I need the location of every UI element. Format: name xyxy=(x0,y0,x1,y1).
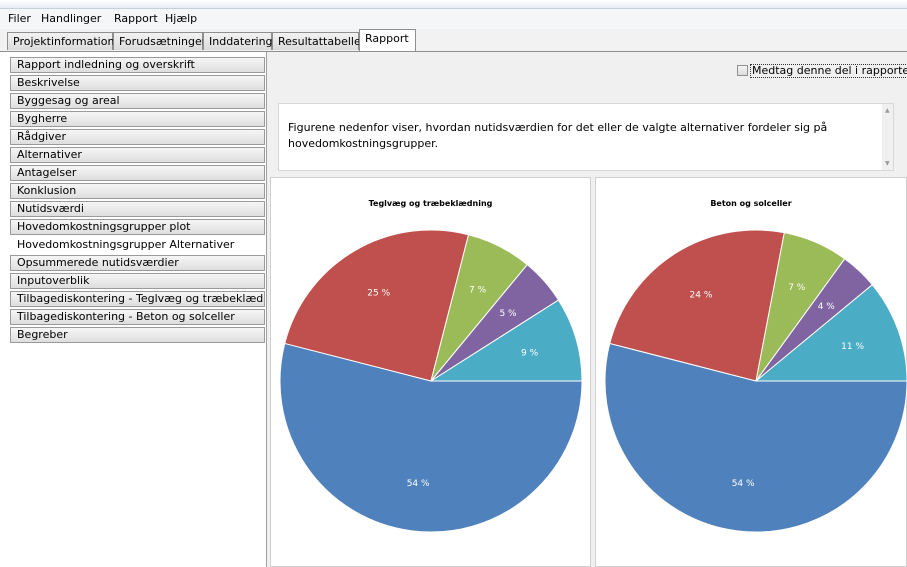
include-in-report-checkbox[interactable] xyxy=(737,65,748,76)
menu-bar: Filer Handlinger Rapport Hjælp xyxy=(0,9,907,30)
tab-projektinformation[interactable]: Projektinformation xyxy=(7,32,114,50)
scroll-down-arrow-icon[interactable]: ▼ xyxy=(885,160,890,167)
pie-chart-teglvaeg: 54 % 25 % 7 % 5 % 9 % xyxy=(279,229,583,533)
menu-handlinger[interactable]: Handlinger xyxy=(41,12,101,25)
pie-label-1-1: 24 % xyxy=(690,290,713,300)
sidebar-item-konklusion[interactable]: Konklusion xyxy=(10,183,265,199)
pie-chart-beton: 54 % 24 % 7 % 4 % 11 % xyxy=(604,229,907,533)
chart-title-beton: Beton og solceller xyxy=(710,199,792,208)
pie-label-0-0: 54 % xyxy=(407,479,430,489)
include-in-report-label[interactable]: Medtag denne del i rapporten xyxy=(750,64,907,78)
sidebar-item-alternativer[interactable]: Alternativer xyxy=(10,147,265,163)
pie-label-0-4: 9 % xyxy=(521,348,539,358)
pie-label-1-4: 11 % xyxy=(841,342,864,352)
sidebar-item-begreber[interactable]: Begreber xyxy=(10,327,265,343)
pie-label-1-2: 7 % xyxy=(788,283,806,293)
sidebar-item-bygherre[interactable]: Bygherre xyxy=(10,111,265,127)
pie-label-1-0: 54 % xyxy=(732,479,755,489)
tab-resultattabeller[interactable]: Resultattabeller xyxy=(272,32,365,50)
sidebar-item-raadgiver[interactable]: Rådgiver xyxy=(10,129,265,145)
sidebar-item-inputoverblik[interactable]: Inputoverblik xyxy=(10,273,265,289)
pie-label-0-1: 25 % xyxy=(367,289,390,299)
tab-forudsaetninger[interactable]: Forudsætninger xyxy=(113,32,206,50)
menu-filer[interactable]: Filer xyxy=(8,12,31,25)
report-sections-sidebar: Rapport indledning og overskrift Beskriv… xyxy=(0,52,267,567)
menu-rapport[interactable]: Rapport xyxy=(114,12,158,25)
sidebar-item-hovedomkostningsgrupper-alternativer[interactable]: Hovedomkostningsgrupper Alternativer xyxy=(10,237,265,253)
sidebar-item-rapport-indledning[interactable]: Rapport indledning og overskrift xyxy=(10,57,265,73)
description-scrollbar[interactable]: ▲ ▼ xyxy=(882,104,893,170)
pie-label-0-3: 5 % xyxy=(499,309,517,319)
sidebar-item-hovedomkostningsgrupper-plot[interactable]: Hovedomkostningsgrupper plot xyxy=(10,219,265,235)
tab-bar: Projektinformation Forudsætninger Inddat… xyxy=(0,29,907,52)
menu-hjaelp[interactable]: Hjælp xyxy=(165,12,197,25)
sidebar-item-beskrivelse[interactable]: Beskrivelse xyxy=(10,75,265,91)
sidebar-item-opsummerede-nutidsvaerdier[interactable]: Opsummerede nutidsværdier xyxy=(10,255,265,271)
sidebar-item-tilbagediskontering-teglvaeg[interactable]: Tilbagediskontering - Teglvæg og træbekl… xyxy=(10,291,265,307)
pie-label-0-2: 7 % xyxy=(469,286,487,296)
scroll-up-arrow-icon[interactable]: ▲ xyxy=(885,107,890,114)
tab-inddatering[interactable]: Inddatering xyxy=(203,32,273,50)
sidebar-item-byggesag[interactable]: Byggesag og areal xyxy=(10,93,265,109)
pie-label-1-3: 4 % xyxy=(818,302,836,312)
tab-rapport[interactable]: Rapport xyxy=(359,29,416,51)
sidebar-item-antagelser[interactable]: Antagelser xyxy=(10,165,265,181)
chart-title-teglvaeg: Teglvæg og træbeklædning xyxy=(368,199,493,208)
sidebar-item-nutidsvaerdi[interactable]: Nutidsværdi xyxy=(10,201,265,217)
sidebar-item-tilbagediskontering-beton[interactable]: Tilbagediskontering - Beton og solceller xyxy=(10,309,265,325)
description-text: Figurene nedenfor viser, hvordan nutidsv… xyxy=(288,121,828,150)
description-textbox[interactable]: Figurene nedenfor viser, hvordan nutidsv… xyxy=(278,103,894,171)
window-top-border xyxy=(0,0,907,9)
